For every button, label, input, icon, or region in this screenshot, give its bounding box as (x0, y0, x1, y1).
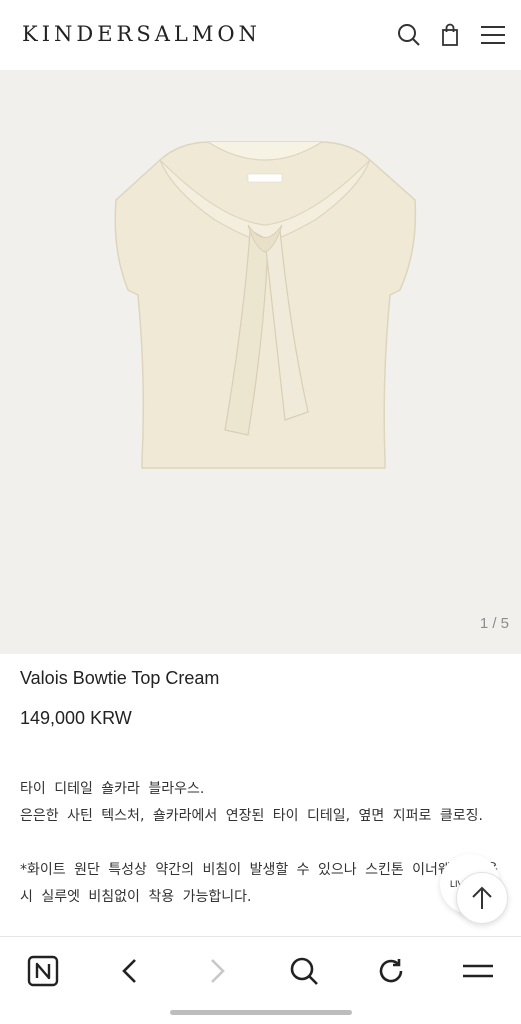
site-logo[interactable]: KINDERSALMON (22, 22, 261, 46)
product-price: 149,000 KRW (20, 708, 132, 728)
product-image (114, 141, 417, 469)
home-indicator[interactable] (170, 1010, 352, 1015)
naver-n-icon[interactable] (23, 951, 63, 991)
arrow-up-icon (472, 886, 492, 909)
back-icon[interactable] (110, 951, 150, 991)
product-description: 타이 디테일 숄카라 블라우스. 은은한 사틴 텍스처, 숄카라에서 연장된 타… (20, 776, 500, 911)
menu-icon[interactable] (478, 20, 508, 50)
scroll-top-button[interactable] (456, 872, 508, 924)
forward-icon (197, 951, 237, 991)
image-counter: 1 / 5 (479, 615, 509, 632)
description-line: *화이트 원단 특성상 약간의 비침이 발생할 수 있으나 스킨톤 이너웨어 착… (20, 862, 498, 905)
description-line: 타이 디테일 숄카라 블라우스. (20, 781, 205, 797)
product-image-gallery[interactable]: 1 / 5 (0, 70, 521, 654)
product-title: Valois Bowtie Top Cream (20, 668, 220, 688)
menu-icon[interactable] (458, 951, 498, 991)
refresh-icon[interactable] (371, 951, 411, 991)
site-header: KINDERSALMON (0, 0, 521, 70)
description-line: 은은한 사틴 텍스처, 숄카라에서 연장된 타이 디테일, 옆면 지퍼로 클로징… (20, 808, 483, 824)
search-icon[interactable] (394, 20, 424, 50)
shopping-bag-icon[interactable] (435, 20, 465, 50)
search-icon[interactable] (284, 951, 324, 991)
